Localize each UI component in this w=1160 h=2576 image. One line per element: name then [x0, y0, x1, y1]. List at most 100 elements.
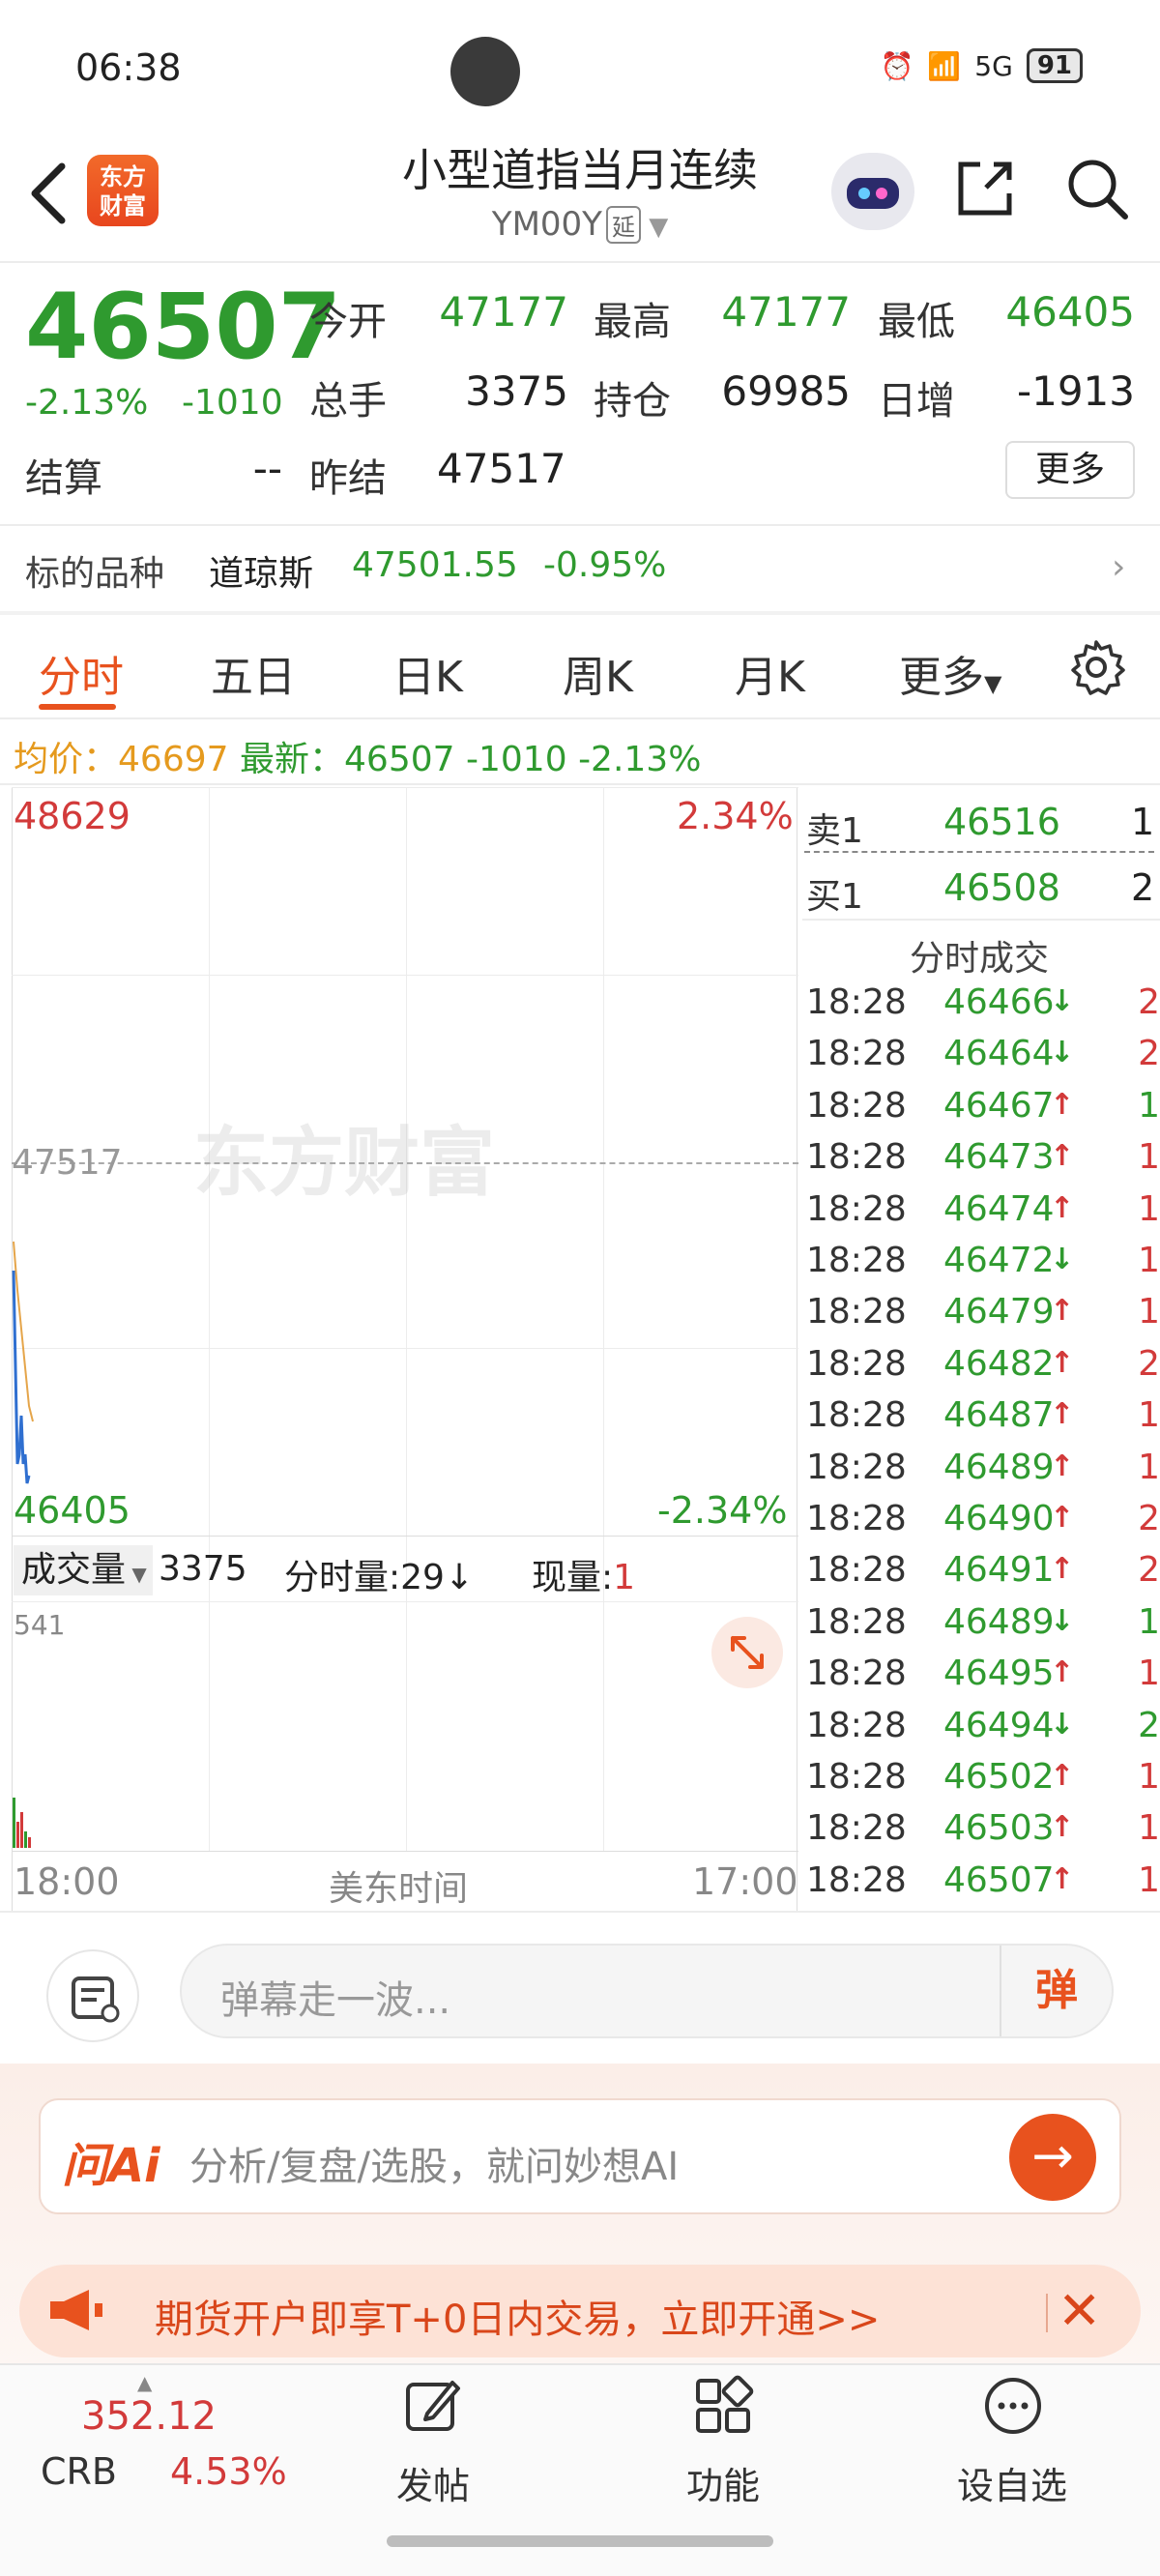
settle-value: --: [252, 445, 282, 492]
note-settings-icon[interactable]: [46, 1949, 139, 2042]
volume-indicator-select[interactable]: 成交量 ▼: [14, 1545, 153, 1595]
tick-volume: 1: [1138, 1292, 1160, 1332]
tick-volume: 1: [1138, 1447, 1160, 1487]
change-amount: -1010: [182, 383, 283, 423]
tick-volume: 2: [1138, 1343, 1160, 1384]
tick-volume: 2: [1138, 1550, 1160, 1591]
crb-value[interactable]: 352.12: [81, 2394, 217, 2439]
tab-five-day[interactable]: 五日: [211, 642, 296, 704]
underlying-name[interactable]: 道琼斯: [209, 545, 313, 596]
app-indicator-icon: [450, 37, 520, 106]
latest-label: 最新：: [240, 740, 345, 779]
battery-icon: 91: [1026, 48, 1083, 83]
tick-volume: 1: [1138, 1601, 1160, 1642]
tick-time: 18:28: [806, 1705, 907, 1745]
tick-time: 18:28: [806, 1601, 907, 1642]
volume-label: 总手: [309, 379, 387, 424]
function-grid-icon[interactable]: [692, 2375, 754, 2437]
tick-time: 18:28: [806, 1499, 907, 1538]
divider: [0, 611, 1160, 615]
tick-time: 18:28: [806, 1808, 907, 1849]
latest-value: 46507: [344, 740, 455, 779]
tab-weekly-k[interactable]: 周K: [563, 642, 633, 704]
avg-label: 均价：: [14, 740, 119, 779]
latest-change: -1010: [466, 740, 567, 779]
avg-price-line: 均价：46697 最新：46507 -1010 -2.13%: [14, 731, 701, 781]
status-time: 06:38: [75, 46, 182, 89]
more-circle-icon[interactable]: [982, 2375, 1044, 2437]
chevron-right-icon[interactable]: ›: [1112, 547, 1125, 587]
tick-volume: 2: [1138, 1034, 1160, 1074]
nav-function[interactable]: 功能: [686, 2456, 760, 2509]
last-price: 46507: [25, 275, 342, 380]
arrow-down-icon: ↓: [1050, 984, 1075, 1018]
intraday-chart[interactable]: [12, 787, 798, 1911]
order-book-divider: [804, 851, 1154, 853]
arrow-up-icon: ↑: [1050, 1294, 1075, 1329]
tick-volume: 2: [1138, 982, 1160, 1022]
arrow-up-icon: ↑: [1050, 1552, 1075, 1587]
contract-code[interactable]: YM00Y 延 ▼: [338, 205, 822, 244]
ai-robot-icon[interactable]: [831, 153, 914, 230]
tick-volume: 1: [1138, 1757, 1160, 1797]
nav-watchlist[interactable]: 设自选: [957, 2456, 1067, 2509]
tick-price: 46489: [943, 1601, 1055, 1642]
promo-text[interactable]: 期货开户即享T+0日内交易，立即开通>>: [155, 2288, 880, 2344]
alarm-icon: ⏰: [880, 49, 914, 82]
caret-down-icon: ▼: [126, 1563, 147, 1586]
ai-placeholder: 分析/复盘/选股，就问妙想AI: [189, 2145, 680, 2189]
arrow-right-icon[interactable]: →: [1009, 2114, 1096, 2201]
axis-time-end: 17:00: [692, 1860, 798, 1903]
volume-total: 3375: [159, 1549, 247, 1589]
arrow-up-icon: ↑: [1050, 1345, 1075, 1380]
edit-icon[interactable]: [402, 2375, 464, 2437]
app-logo[interactable]: 东方 财富: [87, 155, 159, 226]
position-label: 持仓: [594, 379, 671, 424]
tick-time: 18:28: [806, 1085, 907, 1126]
tick-price: 46466: [943, 982, 1055, 1022]
down-arrow-icon: ↓: [444, 1558, 475, 1597]
arrow-up-icon: ↑: [1050, 1501, 1075, 1535]
nav-post[interactable]: 发帖: [396, 2456, 470, 2509]
status-icons: ⏰ 📶 5G 91: [881, 48, 1083, 83]
tick-time: 18:28: [806, 1447, 907, 1487]
more-button[interactable]: 更多: [1005, 441, 1135, 499]
axis-timezone: 美东时间: [329, 1869, 469, 1909]
crb-percent[interactable]: 4.53%: [170, 2450, 287, 2493]
share-icon[interactable]: [951, 155, 1019, 222]
daily-inc-label: 日增: [878, 379, 955, 424]
tick-volume: 1: [1138, 1137, 1160, 1178]
delay-tag: 延: [605, 206, 641, 244]
open-value: 47177: [439, 288, 568, 336]
watermark: 东方财富: [193, 1120, 496, 1207]
tick-time: 18:28: [806, 982, 907, 1022]
volume-bar: [24, 1831, 27, 1848]
back-icon[interactable]: [21, 155, 79, 232]
tab-more[interactable]: 更多▼: [899, 642, 1001, 704]
dropdown-icon[interactable]: ▼: [641, 213, 668, 242]
high-value: 47177: [721, 288, 851, 336]
tab-monthly-k[interactable]: 月K: [735, 642, 805, 704]
tick-row: 18:28 46489 ↓ 1: [806, 1602, 1160, 1654]
tick-price: 46482: [943, 1343, 1055, 1384]
crb-label[interactable]: CRB: [41, 2450, 117, 2493]
arrow-up-icon: ↑: [1050, 1861, 1075, 1896]
tab-intraday[interactable]: 分时: [39, 642, 124, 704]
tick-volume: 2: [1138, 1705, 1160, 1745]
search-icon[interactable]: [1063, 155, 1131, 222]
expand-icon[interactable]: [711, 1617, 783, 1688]
tick-price: 46507: [943, 1859, 1055, 1900]
tab-daily-k[interactable]: 日K: [392, 642, 463, 704]
tick-price: 46491: [943, 1550, 1055, 1591]
divider: [0, 783, 1160, 785]
danmu-button[interactable]: 弹: [1000, 1946, 1112, 2036]
home-indicator[interactable]: [387, 2535, 773, 2547]
page-title: 小型道指当月连续: [402, 144, 758, 196]
gear-icon[interactable]: [1067, 638, 1125, 696]
tick-row: 18:28 46472 ↓ 1: [806, 1241, 1160, 1292]
signal-label: 5G: [974, 49, 1013, 82]
arrow-up-icon: ↑: [1050, 1810, 1075, 1845]
buy1-price: 46508: [943, 866, 1060, 909]
settle-label: 结算: [25, 456, 102, 501]
close-icon[interactable]: ✕: [1058, 2280, 1101, 2341]
